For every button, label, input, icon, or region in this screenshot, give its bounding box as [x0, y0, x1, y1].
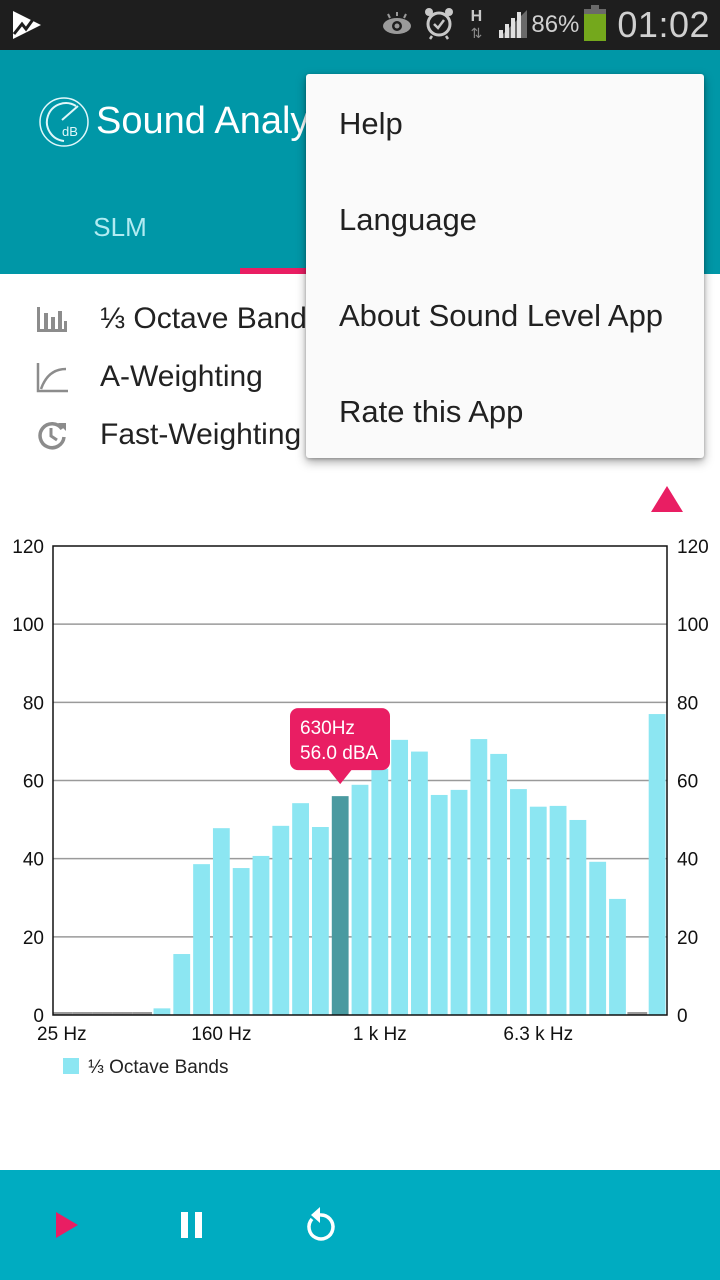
bar-8kHz [549, 805, 567, 1015]
svg-text:dB: dB [62, 124, 78, 139]
legend-label: ⅓ Octave Bands [88, 1057, 228, 1078]
x-tick-label: 160 Hz [191, 1024, 251, 1045]
battery-percent: 86% [531, 11, 580, 38]
eye-icon [381, 10, 413, 41]
alarm-icon [423, 6, 455, 45]
clock: 01:02 [617, 4, 710, 45]
menu-item-about[interactable]: About Sound Level App [306, 268, 704, 364]
setting-label: ⅓ Octave Bands [100, 302, 322, 335]
bar-800Hz [351, 784, 369, 1015]
bar-Total [648, 714, 666, 1015]
bar-10kHz [569, 819, 587, 1015]
y-tick-label-right: 0 [677, 1006, 688, 1027]
bar-400Hz [292, 803, 309, 1015]
reset-button[interactable] [295, 1200, 345, 1250]
bar-125Hz [193, 864, 210, 1015]
bar-630Hz [331, 796, 349, 1015]
peak-marker-icon [651, 486, 683, 512]
timer-refresh-icon [36, 419, 68, 451]
bar-500Hz [311, 827, 329, 1015]
play-icon [56, 1212, 78, 1238]
bar-100Hz [173, 954, 191, 1015]
status-bar: H ⇅ 86% 01:02 [0, 0, 720, 50]
bar-6.3kHz [529, 806, 547, 1015]
y-tick-label-left: 80 [23, 693, 44, 714]
bar-2kHz [430, 794, 448, 1015]
y-tick-label-right: 20 [677, 928, 698, 949]
tab-slm[interactable]: SLM [60, 212, 180, 243]
y-tick-label-right: 120 [677, 537, 709, 558]
bar-3.15kHz [470, 739, 488, 1015]
weighting-curve-icon [36, 361, 68, 393]
x-tick-label: 1 k Hz [353, 1024, 407, 1045]
bar-80Hz [153, 1008, 171, 1015]
x-tick-label: 6.3 k Hz [503, 1024, 573, 1045]
notification-bolt-play-icon [10, 8, 44, 47]
y-tick-label-left: 100 [12, 615, 44, 636]
y-tick-label-left: 60 [23, 772, 44, 793]
bar-5kHz [510, 789, 527, 1015]
bar-1.25kHz [391, 739, 409, 1015]
pause-button[interactable] [167, 1200, 217, 1250]
tab-slm-label: SLM [93, 212, 147, 242]
pause-icon [181, 1212, 202, 1238]
tooltip-frequency: 630Hz [300, 718, 355, 739]
menu-item-language[interactable]: Language [306, 172, 704, 268]
reset-icon [307, 1207, 335, 1241]
y-tick-label-right: 40 [677, 850, 698, 871]
y-tick-label-right: 100 [677, 615, 709, 636]
bar-160Hz [212, 828, 230, 1015]
setting-label: Fast-Weighting [100, 418, 302, 451]
tooltip-level: 56.0 dBA [300, 743, 378, 764]
tooltip-pointer [328, 769, 353, 785]
bar-200Hz [232, 868, 250, 1015]
play-button[interactable] [42, 1200, 92, 1250]
bar-250Hz [252, 855, 270, 1015]
menu-item-help[interactable]: Help [306, 76, 704, 172]
db-gauge-icon: dB [38, 96, 90, 148]
bar-4kHz [490, 753, 508, 1015]
overflow-menu: Help Language About Sound Level App Rate… [306, 74, 704, 458]
y-tick-label-left: 120 [12, 537, 44, 558]
bar-1.6kHz [411, 751, 428, 1015]
bar-chart-icon [36, 303, 68, 335]
chart-canvas: 0 020 2040 4060 6080 80100 100120 12025 Hz 160 H… [12, 537, 709, 1078]
octave-band-chart: 0 0 20 20 40 40 60 60 80 80 100 100 120 120 25 Hz 160 H… [0, 530, 720, 1090]
bar-1kHz [371, 768, 389, 1015]
bar-12.5kHz [589, 861, 607, 1015]
x-tick-label: 25 Hz [37, 1024, 87, 1045]
menu-item-rate[interactable]: Rate this App [306, 364, 704, 460]
playback-controls [0, 1170, 720, 1280]
y-tick-label-right: 80 [677, 693, 698, 714]
bar-315Hz [272, 825, 290, 1015]
y-tick-label-left: 40 [23, 850, 44, 871]
y-tick-label-right: 60 [677, 772, 698, 793]
battery-icon [583, 4, 607, 46]
legend-swatch [63, 1058, 79, 1074]
setting-label: A-Weighting [100, 360, 263, 393]
bar-2.5kHz [450, 789, 468, 1015]
y-tick-label-left: 20 [23, 928, 44, 949]
signal-icon [497, 8, 529, 43]
hspa-data-icon: H ⇅ [470, 8, 483, 42]
bar-16kHz [609, 898, 626, 1015]
